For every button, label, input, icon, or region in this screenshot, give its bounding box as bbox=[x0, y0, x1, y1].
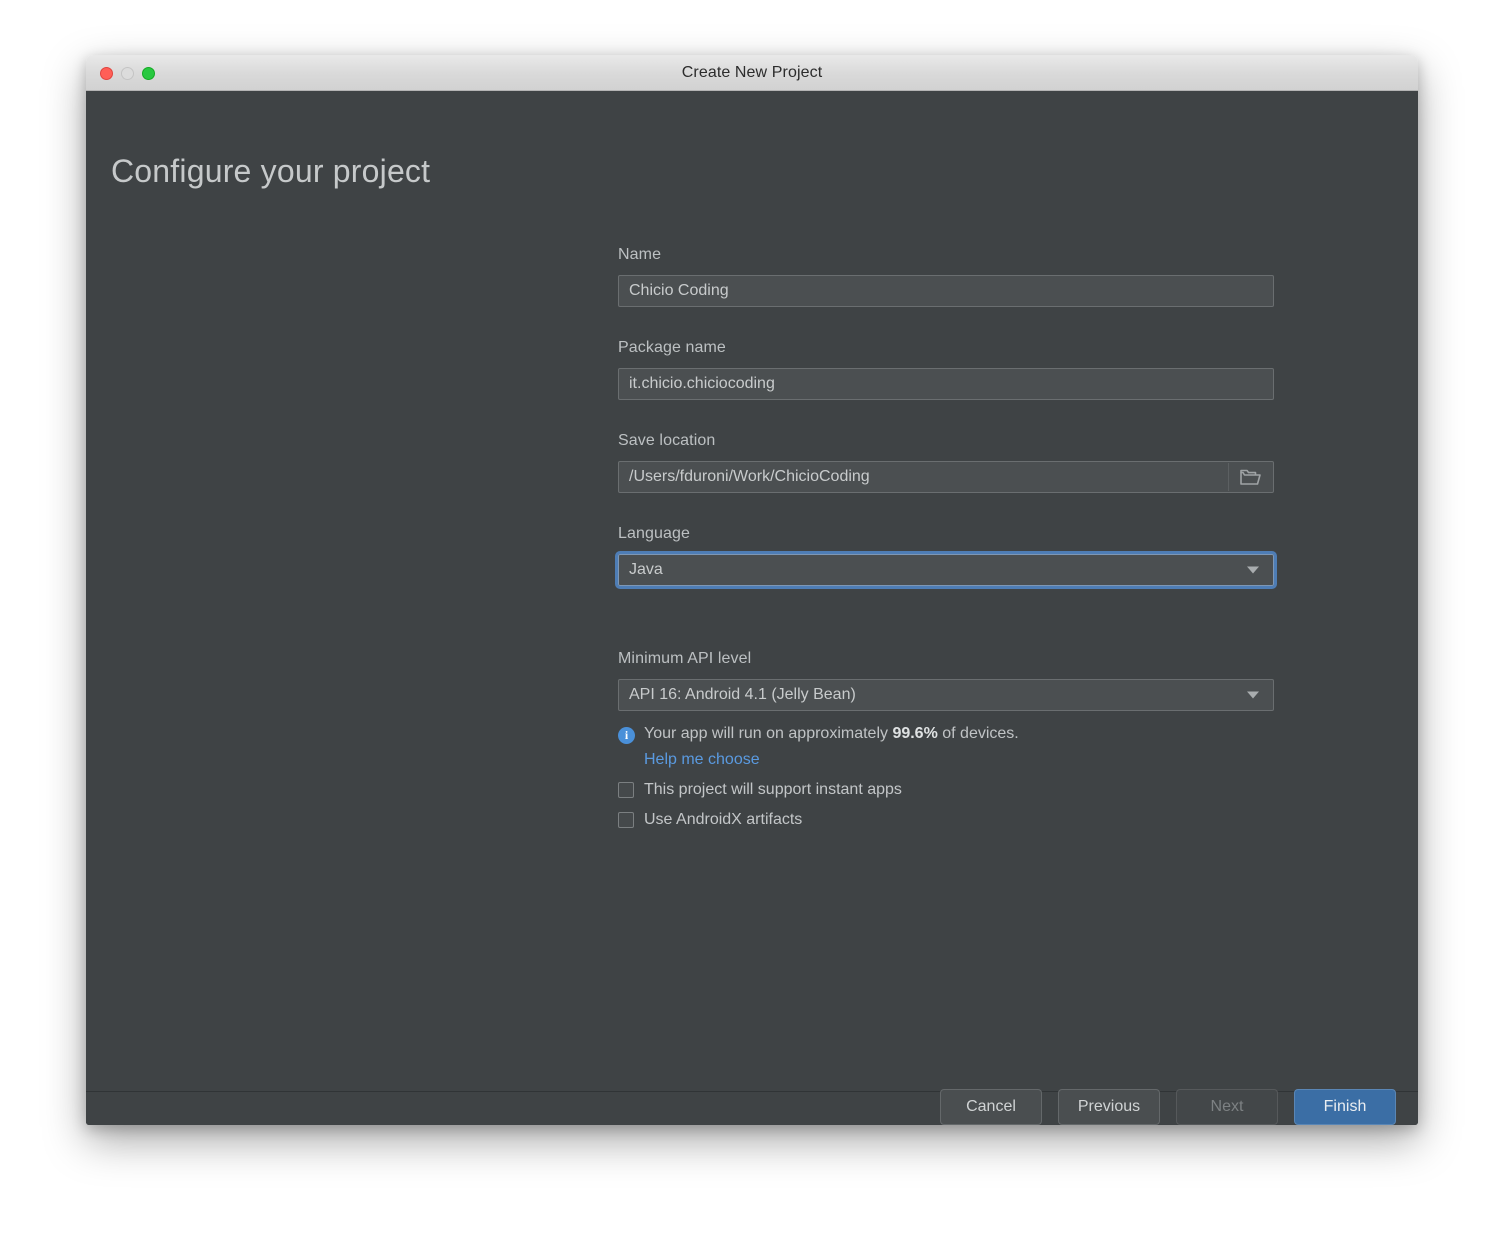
device-coverage-info: i Your app will run on approximately 99.… bbox=[618, 725, 1274, 744]
field-minimum-api-level: Minimum API level API 16: Android 4.1 (J… bbox=[618, 650, 1274, 711]
cancel-button[interactable]: Cancel bbox=[940, 1089, 1042, 1125]
save-location-input[interactable]: /Users/fduroni/Work/ChicioCoding bbox=[618, 461, 1274, 493]
folder-icon[interactable] bbox=[1228, 463, 1272, 491]
dialog-footer: Cancel Previous Next Finish bbox=[86, 1089, 1418, 1125]
checkbox-androidx-label: Use AndroidX artifacts bbox=[644, 811, 803, 828]
finish-button[interactable]: Finish bbox=[1294, 1089, 1396, 1125]
checkbox-instant-apps-box[interactable] bbox=[618, 782, 634, 798]
minimize-button[interactable] bbox=[121, 66, 134, 80]
page-title: Configure your project bbox=[111, 153, 431, 189]
field-package-name: Package name it.chicio.chiciocoding bbox=[618, 339, 1274, 400]
previous-button[interactable]: Previous bbox=[1058, 1089, 1160, 1125]
footer-buttons: Cancel Previous Next Finish bbox=[940, 1089, 1396, 1125]
field-save-location: Save location /Users/fduroni/Work/Chicio… bbox=[618, 432, 1274, 493]
folder-icon-glyph bbox=[1240, 469, 1261, 485]
save-location-input-value: /Users/fduroni/Work/ChicioCoding bbox=[629, 468, 870, 485]
window-titlebar: Create New Project bbox=[86, 55, 1418, 91]
close-button[interactable] bbox=[100, 66, 113, 80]
help-me-choose-link[interactable]: Help me choose bbox=[644, 751, 760, 769]
field-language: Language Java bbox=[615, 525, 1277, 589]
chevron-down-icon bbox=[1247, 691, 1259, 699]
language-select[interactable]: Java bbox=[615, 551, 1277, 589]
minimum-api-level-select[interactable]: API 16: Android 4.1 (Jelly Bean) bbox=[618, 679, 1274, 711]
name-input-value: Chicio Coding bbox=[629, 282, 729, 299]
device-coverage-prefix: Your app will run on approximately bbox=[644, 725, 893, 742]
create-new-project-window: Create New Project Configure your projec… bbox=[86, 55, 1418, 1125]
device-coverage-text: Your app will run on approximately 99.6%… bbox=[644, 725, 1019, 743]
zoom-button[interactable] bbox=[142, 66, 155, 80]
package-name-input[interactable]: it.chicio.chiciocoding bbox=[618, 368, 1274, 400]
device-coverage-percent: 99.6% bbox=[892, 725, 938, 742]
language-label: Language bbox=[618, 525, 690, 542]
save-location-label: Save location bbox=[618, 432, 716, 449]
minimum-api-level-select-value: API 16: Android 4.1 (Jelly Bean) bbox=[629, 686, 856, 703]
next-button[interactable]: Next bbox=[1176, 1089, 1278, 1125]
field-name: Name Chicio Coding bbox=[618, 246, 1274, 307]
info-icon: i bbox=[618, 727, 635, 744]
chevron-down-icon bbox=[1247, 566, 1259, 574]
name-label: Name bbox=[618, 246, 662, 263]
device-coverage-suffix: of devices. bbox=[937, 725, 1019, 742]
project-configuration-form: Name Chicio Coding Package name it.chici… bbox=[615, 246, 1277, 829]
checkbox-instant-apps[interactable]: This project will support instant apps bbox=[618, 781, 1274, 799]
window-title: Create New Project bbox=[681, 63, 823, 81]
checkbox-androidx[interactable]: Use AndroidX artifacts bbox=[618, 811, 1274, 829]
checkbox-instant-apps-label: This project will support instant apps bbox=[644, 781, 902, 798]
dialog-body: Configure your project Name Chicio Codin… bbox=[86, 91, 1418, 1125]
checkbox-androidx-box[interactable] bbox=[618, 812, 634, 828]
package-name-label: Package name bbox=[618, 339, 726, 356]
name-input[interactable]: Chicio Coding bbox=[618, 275, 1274, 307]
minimum-api-level-label: Minimum API level bbox=[618, 650, 752, 667]
package-name-input-value: it.chicio.chiciocoding bbox=[629, 375, 775, 392]
window-controls bbox=[100, 55, 155, 91]
language-select-value: Java bbox=[629, 561, 663, 578]
